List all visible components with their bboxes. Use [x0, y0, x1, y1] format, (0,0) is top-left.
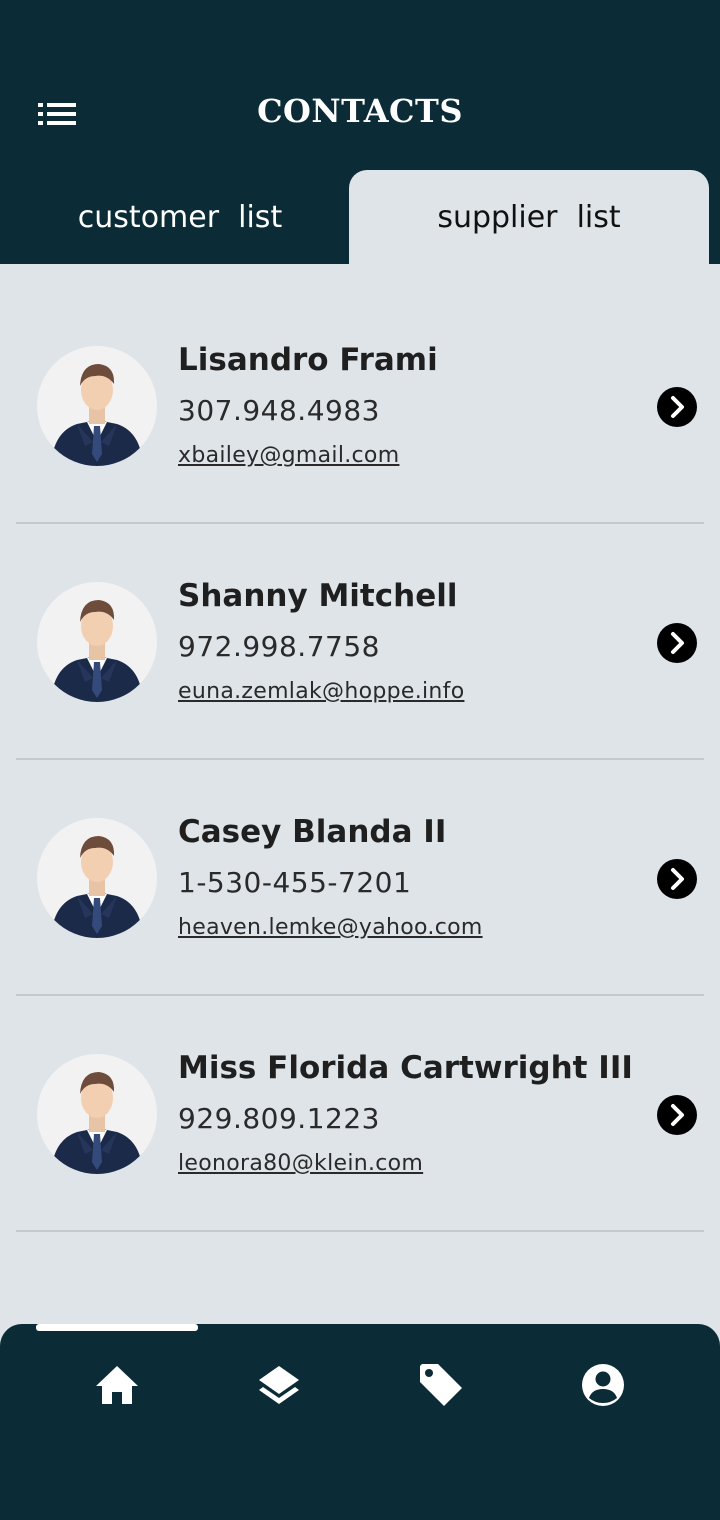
avatar	[37, 1054, 157, 1174]
contact-email-link[interactable]: xbailey@gmail.com	[178, 443, 399, 468]
page-title: CONTACTS	[257, 92, 463, 130]
contact-name: Casey Blanda II	[178, 814, 447, 850]
contact-row[interactable]: Lisandro Frami 307.948.4983 xbailey@gmai…	[16, 288, 704, 524]
layers-icon[interactable]	[254, 1360, 304, 1410]
tab-customer-list[interactable]: customer list	[0, 170, 360, 264]
contact-row[interactable]: Miss Florida Cartwright III 929.809.1223…	[16, 996, 704, 1232]
chevron-right-icon[interactable]	[657, 859, 697, 899]
chevron-right-icon[interactable]	[657, 387, 697, 427]
bottom-navigation	[0, 1324, 720, 1520]
avatar	[37, 818, 157, 938]
chevron-right-icon[interactable]	[657, 1095, 697, 1135]
contact-email-link[interactable]: leonora80@klein.com	[178, 1151, 423, 1176]
tab-label: supplier list	[437, 199, 621, 235]
person-avatar-icon	[51, 1072, 143, 1174]
person-avatar-icon	[51, 600, 143, 702]
avatar	[37, 346, 157, 466]
tag-icon[interactable]	[416, 1360, 466, 1410]
contact-phone: 972.998.7758	[178, 630, 380, 663]
tab-label: customer list	[77, 199, 283, 235]
person-avatar-icon	[51, 364, 143, 466]
chevron-right-icon[interactable]	[657, 623, 697, 663]
tab-supplier-list[interactable]: supplier list	[349, 170, 709, 264]
contact-email-link[interactable]: heaven.lemke@yahoo.com	[178, 915, 483, 940]
contact-name: Shanny Mitchell	[178, 578, 458, 614]
contact-phone: 929.809.1223	[178, 1102, 380, 1135]
contact-name: Lisandro Frami	[178, 342, 438, 378]
person-avatar-icon	[51, 836, 143, 938]
contact-phone: 1-530-455-7201	[178, 866, 412, 899]
contact-list: Lisandro Frami 307.948.4983 xbailey@gmai…	[0, 288, 720, 1232]
home-icon[interactable]	[92, 1360, 142, 1410]
contact-row[interactable]: Casey Blanda II 1-530-455-7201 heaven.le…	[16, 760, 704, 996]
contact-phone: 307.948.4983	[178, 394, 380, 427]
contact-email-link[interactable]: euna.zemlak@hoppe.info	[178, 679, 464, 704]
contact-row[interactable]: Shanny Mitchell 972.998.7758 euna.zemlak…	[16, 524, 704, 760]
account-circle-icon[interactable]	[578, 1360, 628, 1410]
avatar	[37, 582, 157, 702]
app-header: CONTACTS customer list supplier list	[0, 0, 720, 264]
active-tab-indicator	[36, 1324, 198, 1331]
contact-name: Miss Florida Cartwright III	[178, 1050, 633, 1086]
